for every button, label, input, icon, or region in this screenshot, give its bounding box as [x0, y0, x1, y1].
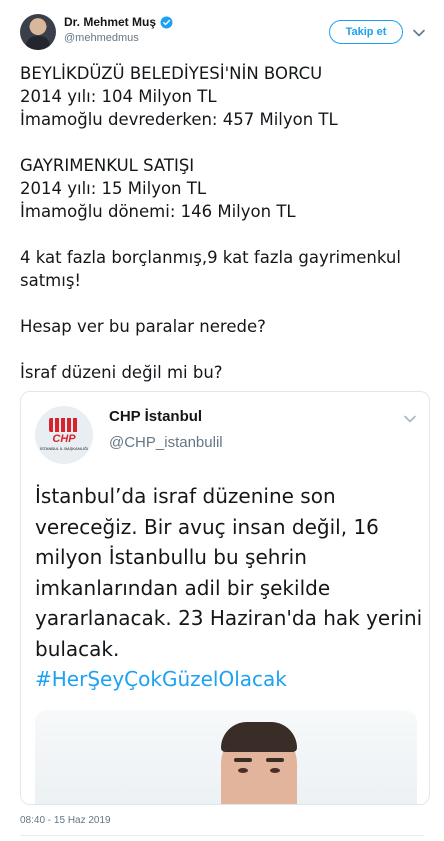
divider: [20, 835, 424, 836]
tweet-header: Dr. Mehmet Muş @mehmedmus Takip et: [0, 0, 444, 60]
chevron-down-icon[interactable]: [412, 26, 426, 40]
portrait-hair: [221, 722, 297, 752]
portrait-left-brow: [234, 758, 252, 762]
hashtag-link[interactable]: #HerŞeyÇokGüzelOlacak: [35, 664, 425, 695]
chp-logo-text: CHP: [52, 433, 76, 445]
portrait-right-brow: [266, 758, 284, 762]
tweet-paragraph-question: Hesap ver bu paralar nerede?: [20, 317, 266, 336]
tweet-paragraph-comparison: 4 kat fazla borçlanmış,9 kat fazla gayri…: [20, 248, 401, 290]
follow-button[interactable]: Takip et: [329, 20, 403, 44]
tweet-paragraph-real-estate: GAYRIMENKUL SATIŞI 2014 yılı: 15 Milyon …: [20, 156, 296, 221]
tweet-text: BEYLİKDÜZÜ BELEDİYESİ'NİN BORCU 2014 yıl…: [20, 62, 430, 384]
quoted-tweet-image[interactable]: [35, 710, 417, 804]
author-name[interactable]: Dr. Mehmet Muş: [64, 15, 156, 29]
chevron-down-icon[interactable]: [403, 412, 417, 426]
quoted-tweet-text: İstanbul’da israf düzenine son vereceğiz…: [35, 481, 425, 695]
author-handle[interactable]: @mehmedmus: [64, 32, 173, 44]
tweet-timestamp[interactable]: 08:40 - 15 Haz 2019: [20, 815, 111, 826]
quoted-author-handle[interactable]: @CHP_istanbulil: [109, 434, 223, 451]
quoted-tweet-body: İstanbul’da israf düzenine son vereceğiz…: [35, 484, 423, 661]
chp-arrows-icon: [49, 418, 79, 432]
author-info: Dr. Mehmet Muş @mehmedmus: [64, 15, 173, 44]
chp-logo-subtext: İSTANBUL İL BAŞKANLIĞI: [39, 446, 89, 451]
chp-logo-avatar[interactable]: CHP İSTANBUL İL BAŞKANLIĞI: [35, 406, 93, 464]
verified-badge-icon: [160, 16, 173, 28]
author-avatar[interactable]: [20, 14, 56, 50]
author-name-row: Dr. Mehmet Muş: [64, 15, 173, 29]
portrait-right-eye: [270, 768, 280, 773]
tweet-paragraph-debt: BEYLİKDÜZÜ BELEDİYESİ'NİN BORCU 2014 yıl…: [20, 64, 338, 129]
quoted-tweet-card[interactable]: CHP İSTANBUL İL BAŞKANLIĞI CHP İstanbul …: [20, 391, 430, 805]
portrait-left-eye: [238, 768, 248, 773]
tweet-paragraph-closing: İsraf düzeni değil mi bu?: [20, 363, 223, 382]
quoted-author-name[interactable]: CHP İstanbul: [109, 408, 202, 425]
